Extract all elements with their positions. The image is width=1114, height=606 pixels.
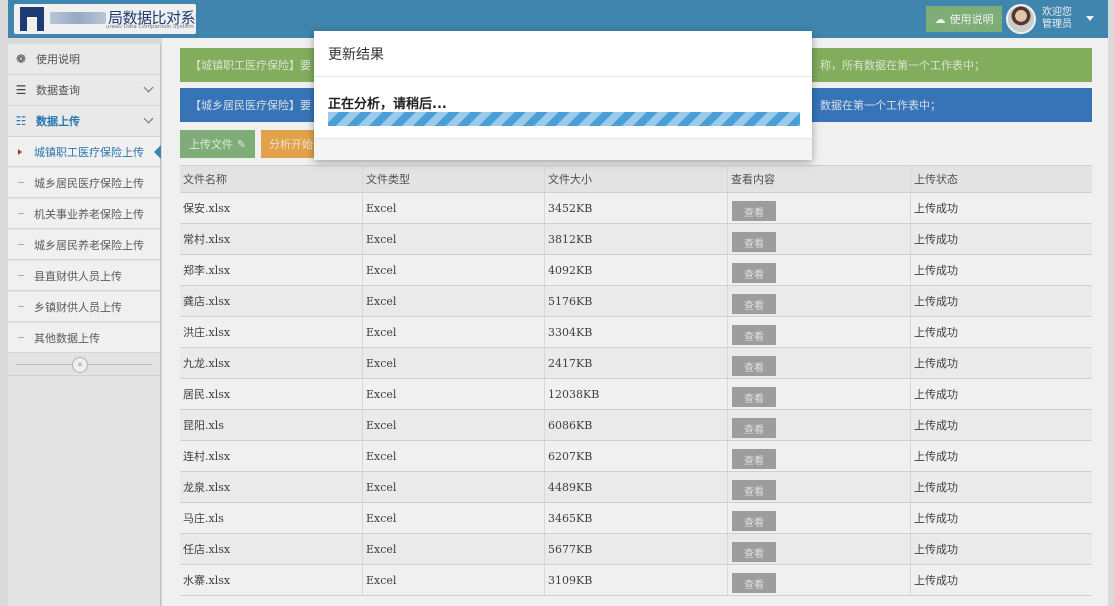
progress-bar	[328, 112, 800, 126]
modal-message: 正在分析，请稍后...	[328, 97, 447, 112]
modal-title: 更新结果	[314, 31, 812, 77]
update-result-modal: 更新结果 正在分析，请稍后...	[314, 31, 812, 160]
modal-footer	[314, 138, 812, 160]
progress-bar-fill	[328, 112, 800, 126]
